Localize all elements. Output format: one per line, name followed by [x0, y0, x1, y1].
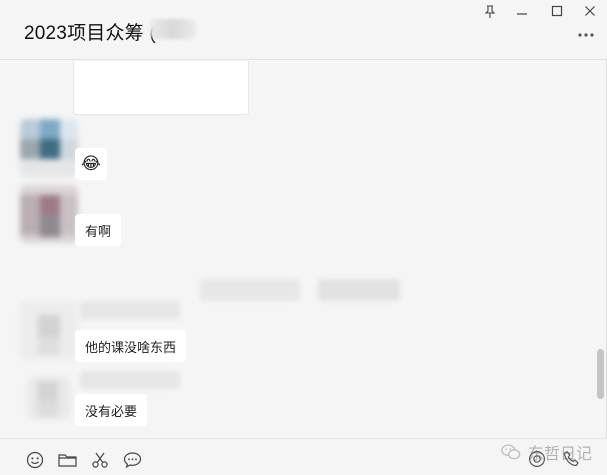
avatar[interactable] [20, 301, 78, 359]
maximize-icon[interactable] [547, 3, 567, 19]
emoji-icon[interactable] [24, 450, 46, 470]
message-list[interactable]: 😂 有啊 他的课没啥东西 没有必要 [0, 61, 594, 438]
message-text: 没有必要 [85, 403, 138, 419]
wechat-logo-icon [501, 444, 521, 460]
avatar[interactable] [20, 185, 78, 243]
message-text: 他的课没啥东西 [85, 339, 177, 355]
chat-scrollbar[interactable] [596, 61, 606, 438]
pin-icon[interactable] [480, 3, 500, 19]
minimize-icon[interactable] [512, 3, 532, 19]
folder-icon[interactable] [56, 450, 78, 470]
shared-card-message[interactable] [73, 61, 249, 115]
avatar[interactable] [20, 119, 78, 177]
avatar[interactable] [28, 377, 70, 419]
scissors-icon[interactable] [89, 450, 111, 470]
blurred-timestamp [200, 279, 300, 301]
title-bar: 2023项目众筹 ( [0, 0, 607, 60]
chat-window: 2023项目众筹 (😂 有啊 他的课没啥东西 没有必要 东哲日记 [0, 0, 607, 475]
message-bubble[interactable]: 没有必要 [75, 394, 148, 426]
chat-bubble-icon[interactable] [121, 450, 143, 470]
more-dots-icon[interactable] [575, 28, 597, 42]
laughing-emoji-icon: 😂 [81, 154, 101, 173]
video-call-icon[interactable] [526, 449, 548, 469]
scroll-thumb[interactable] [597, 349, 604, 399]
phone-icon[interactable] [561, 449, 583, 469]
message-bubble[interactable]: 有啊 [75, 214, 122, 246]
message-text: 有啊 [85, 223, 112, 239]
blurred-sender-name [80, 301, 180, 319]
close-icon[interactable] [580, 3, 600, 19]
chat-title: 2023项目众筹 ( [24, 23, 156, 44]
blurred-sender-name [80, 371, 180, 389]
message-bubble-emoji[interactable]: 😂 [75, 148, 107, 180]
blurred-timestamp-2 [318, 279, 400, 301]
blurred-member-count [150, 19, 196, 39]
message-bubble[interactable]: 他的课没啥东西 [75, 330, 187, 362]
